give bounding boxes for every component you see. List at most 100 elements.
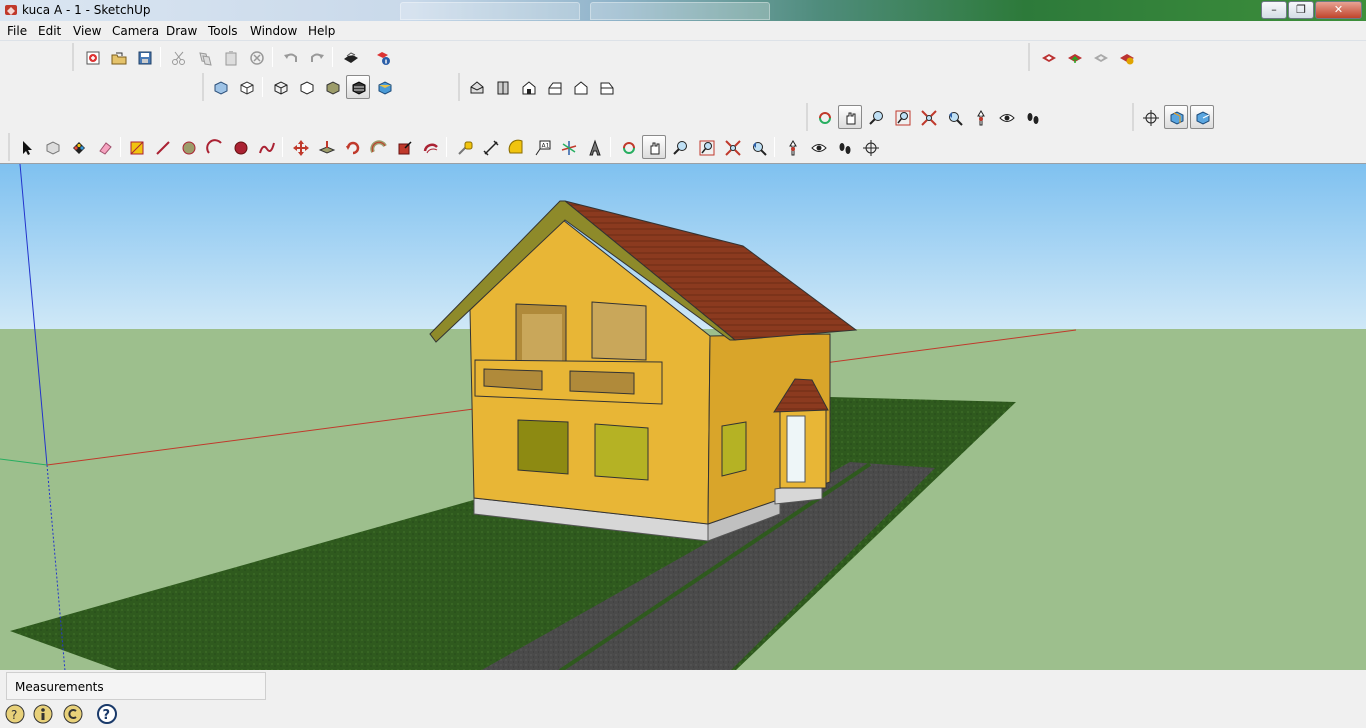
minimize-button[interactable]: – [1261,1,1287,19]
share-model-button[interactable] [1062,45,1086,69]
front-view-button[interactable] [516,75,540,99]
menu-file[interactable]: File [7,24,27,38]
orbit-button[interactable] [616,135,640,159]
polygon-button[interactable] [228,135,252,159]
model-info-button[interactable] [370,45,394,69]
right-view-button[interactable] [542,75,566,99]
save-button[interactable] [132,45,156,69]
rotate-button[interactable] [340,135,364,159]
circle-button[interactable] [176,135,200,159]
model-viewport[interactable] [0,163,1366,670]
shaded-textures-button[interactable] [346,75,370,99]
3d-text-icon [589,139,601,156]
erase-button[interactable] [244,45,268,69]
undo-button[interactable] [278,45,302,69]
push-pull-button[interactable] [314,135,338,159]
get-models-button[interactable] [1036,45,1060,69]
section-plane-button[interactable] [858,135,882,159]
zoom-extents-button[interactable] [720,135,744,159]
print-button[interactable] [338,45,362,69]
zoom-window-button[interactable] [694,135,718,159]
zoom-extents-button[interactable] [916,105,940,129]
position-camera-button[interactable] [968,105,992,129]
eraser-button[interactable] [92,135,116,159]
top-view-button[interactable] [490,75,514,99]
measurements-box[interactable]: Measurements [6,672,266,700]
pan-button[interactable] [838,105,862,129]
orbit-button[interactable] [812,105,836,129]
text-button[interactable]: A1 [530,135,554,159]
cut-button[interactable] [166,45,190,69]
paint-bucket-button[interactable] [66,135,90,159]
zoom-window-button[interactable] [890,105,914,129]
position-camera-button[interactable] [780,135,804,159]
display-section-planes-button[interactable] [1164,105,1188,129]
zoom-button[interactable] [864,105,888,129]
extension-warehouse-button[interactable] [1114,45,1138,69]
3d-text-button[interactable] [582,135,606,159]
maximize-button[interactable]: ❐ [1288,1,1314,19]
open-icon [111,52,127,65]
pan-icon [650,142,660,155]
section-plane-icon [863,140,879,156]
close-button[interactable]: ✕ [1315,1,1362,19]
share-component-button[interactable] [1088,45,1112,69]
menu-draw[interactable]: Draw [166,24,197,38]
back-view-button[interactable] [568,75,592,99]
walk-button[interactable] [1020,105,1044,129]
section-plane-button[interactable] [1138,105,1162,129]
follow-me-button[interactable] [366,135,390,159]
protractor-button[interactable] [504,135,528,159]
arc-button[interactable] [202,135,226,159]
pan-button[interactable] [642,135,666,159]
previous-button[interactable] [746,135,770,159]
copy-button[interactable] [192,45,216,69]
line-button[interactable] [150,135,174,159]
paste-button[interactable] [218,45,242,69]
shaded-button[interactable] [320,75,344,99]
credits-button[interactable] [32,703,54,725]
help-button[interactable]: ? [96,703,118,725]
wireframe-button[interactable] [268,75,292,99]
menu-edit[interactable]: Edit [38,24,61,38]
make-component-button[interactable] [40,135,64,159]
monochrome-button[interactable] [372,75,396,99]
menu-tools[interactable]: Tools [208,24,238,38]
freehand-button[interactable] [254,135,278,159]
menu-help[interactable]: Help [308,24,335,38]
zoom-button[interactable] [668,135,692,159]
xray-icon [214,81,228,95]
hidden-line-button[interactable] [294,75,318,99]
menu-view[interactable]: View [73,24,101,38]
model-canvas[interactable] [0,164,1366,670]
walk-button[interactable] [832,135,856,159]
axes-button[interactable] [556,135,580,159]
redo-button[interactable] [304,45,328,69]
minimize-icon: – [1271,3,1277,16]
select-button[interactable] [14,135,38,159]
redo-icon [311,53,324,62]
geo-location-button[interactable]: ? [4,703,26,725]
display-section-cuts-button[interactable] [1190,105,1214,129]
look-around-button[interactable] [806,135,830,159]
look-around-button[interactable] [994,105,1018,129]
open-button[interactable] [106,45,130,69]
rectangle-button[interactable] [124,135,148,159]
iso-view-button[interactable] [464,75,488,99]
dimension-button[interactable] [478,135,502,159]
move-button[interactable] [288,135,312,159]
previous-button[interactable] [942,105,966,129]
back-edges-button[interactable] [234,75,258,99]
offset-button[interactable] [418,135,442,159]
copyright-button[interactable] [62,703,84,725]
front-view-icon [522,81,536,95]
xray-button[interactable] [208,75,232,99]
left-view-button[interactable] [594,75,618,99]
views-toolbar [458,73,622,101]
sketchup-app-icon[interactable] [4,3,18,17]
menu-camera[interactable]: Camera [112,24,159,38]
scale-button[interactable] [392,135,416,159]
new-button[interactable] [80,45,104,69]
tape-measure-button[interactable] [452,135,476,159]
menu-window[interactable]: Window [250,24,297,38]
